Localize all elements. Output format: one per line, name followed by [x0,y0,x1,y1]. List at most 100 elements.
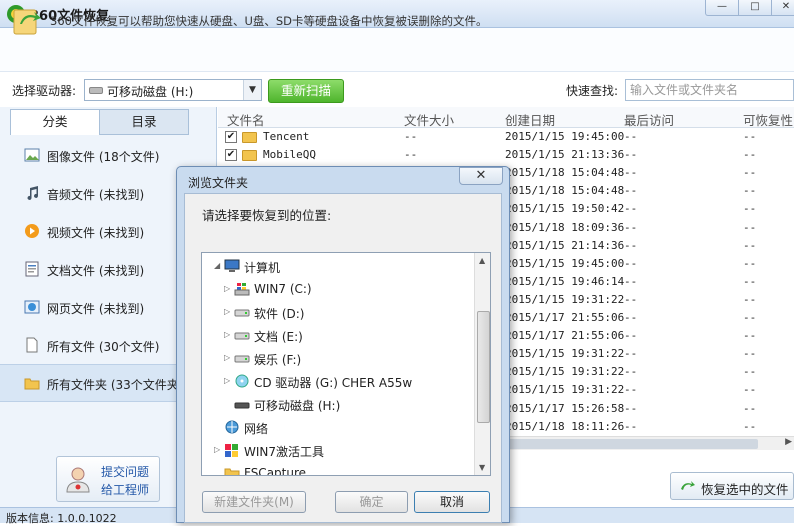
category-label: 视频文件 (未找到) [47,226,145,240]
file-accessed: -- [624,383,638,397]
table-row[interactable]: ✔ Tencent -- 2015/1/15 19:45:00 -- -- [218,128,794,146]
file-created: 2015/1/15 21:14:36 [505,238,625,252]
file-created: 2015/1/17 15:26:58 [505,401,625,415]
maximize-button[interactable]: □ [738,0,772,16]
scrollbar-thumb[interactable] [508,439,758,449]
file-recoverable: -- [743,166,757,180]
file-accessed: -- [624,329,638,343]
tree-node[interactable]: ▷ WIN7激活工具 [202,440,474,462]
tree-node-label: 可移动磁盘 (H:) [254,399,341,413]
cd-drive-icon [235,374,249,388]
tree-node-label: WIN7激活工具 [244,445,325,459]
expand-icon[interactable]: ▷ [224,376,230,385]
recover-selected-button[interactable]: 恢复选中的文件 [670,472,794,500]
column-header-name[interactable]: 文件名 [227,110,265,129]
expand-icon[interactable]: ▷ [224,307,230,316]
dialog-close-button[interactable]: ✕ [459,167,503,185]
file-recoverable: -- [743,311,757,324]
expand-icon[interactable]: ◢ [214,261,220,270]
file-name: Tencent [263,130,310,143]
tree-node[interactable]: ◢ 计算机 [202,256,474,278]
computer-icon [224,259,240,272]
document-icon [25,261,39,277]
file-created: 2015/1/15 19:31:22 [505,292,625,306]
drive-icon [234,309,250,317]
file-accessed: -- [624,130,638,143]
file-size: -- [404,148,418,162]
tree-node-label: 娱乐 (F:) [254,353,302,367]
windows-drive-icon [234,283,250,296]
file-recoverable: -- [743,256,757,270]
file-created: 2015/1/15 19:31:22 [505,347,625,361]
tab-directory[interactable]: 目录 [99,109,189,135]
expand-icon[interactable]: ▷ [224,330,230,339]
column-header-size[interactable]: 文件大小 [404,110,454,129]
file-recoverable: -- [743,202,757,216]
minimize-button[interactable]: — [705,0,739,16]
tree-node[interactable]: ▷ 软件 (D:) [202,302,474,324]
tree-node[interactable]: ▷ 文档 (E:) [202,325,474,347]
submit-issue-button[interactable]: 提交问题 给工程师 [56,456,160,502]
cancel-button[interactable]: 取消 [414,491,490,513]
folder-icon [224,468,240,475]
file-created: 2015/1/18 15:04:48 [505,184,625,198]
minimize-icon: — [717,1,727,12]
file-accessed: -- [624,220,638,234]
row-checkbox[interactable]: ✔ [225,131,237,143]
new-folder-button[interactable]: 新建文件夹(M) [202,491,306,513]
column-header-recoverable[interactable]: 可恢复性 [743,110,793,129]
tree-node-label: 计算机 [244,261,281,275]
tree-scrollbar[interactable]: ▲ ▼ [474,253,490,475]
file-recoverable: -- [743,148,757,162]
expand-icon[interactable]: ▷ [214,445,220,454]
table-row[interactable]: ✔ MobileQQ -- 2015/1/15 21:13:36 -- -- [218,146,794,164]
dialog-prompt: 请选择要恢复到的位置: [202,208,332,223]
drive-icon [234,332,250,340]
expand-icon[interactable]: ▷ [224,353,230,362]
file-created: 2015/1/17 21:55:06 [505,311,625,324]
expand-icon[interactable]: ▷ [224,284,230,293]
file-accessed: -- [624,347,638,361]
tab-category[interactable]: 分类 [10,109,100,135]
scroll-down-icon[interactable]: ▼ [479,463,485,472]
tree-node[interactable]: ▷ CD 驱动器 (G:) CHER A55w [202,371,474,393]
category-label: 所有文件夹 (33个文件夹) [47,378,184,392]
tree-node[interactable]: 可移动磁盘 (H:) [202,394,474,416]
drive-select[interactable]: 可移动磁盘 (H:) ▼ [84,79,262,101]
chevron-down-icon[interactable]: ▼ [243,80,261,100]
removable-drive-icon [234,402,250,409]
close-button[interactable]: ✕ [771,0,794,16]
rescan-button[interactable]: 重新扫描 [268,79,344,103]
image-icon [24,148,40,162]
quick-search-label: 快速查找: [566,84,619,98]
tree-node[interactable]: ▷ 娱乐 (F:) [202,348,474,370]
submit-issue-line1: 提交问题 [101,465,150,479]
video-icon [25,224,39,238]
scroll-right-icon[interactable]: ▶ [785,437,792,447]
tree-node-label: CD 驱动器 (G:) CHER A55w [254,376,413,390]
file-recoverable: -- [743,401,757,415]
folder-tree[interactable]: ◢ 计算机 ▷ WIN7 (C:) ▷ 软件 (D:) ▷ 文档 (E:) ▷ 娱乐 (F:) ▷ C… [201,252,491,476]
removable-drive-icon [89,87,103,94]
scroll-up-icon[interactable]: ▲ [479,256,485,265]
file-recoverable: -- [743,383,757,397]
quick-search-input[interactable] [625,79,794,101]
drive-label: 选择驱动器: [12,84,77,98]
win7-tool-icon [225,444,238,457]
ok-button[interactable]: 确定 [335,491,408,513]
column-header-accessed[interactable]: 最后访问 [624,110,674,129]
scrollbar-thumb[interactable] [477,311,490,423]
maximize-icon: □ [750,1,760,12]
file-accessed: -- [624,401,638,415]
tree-node[interactable]: 网络 [202,417,474,439]
tree-node-label: 网络 [244,422,269,436]
file-created: 2015/1/18 15:04:48 [505,166,625,180]
file-created: 2015/1/15 19:31:22 [505,365,625,379]
row-checkbox[interactable]: ✔ [225,149,237,162]
file-accessed: -- [624,365,638,379]
column-header-created[interactable]: 创建日期 [505,110,555,129]
recover-arrow-icon [13,9,41,35]
tree-node[interactable]: FSCapture [202,463,474,475]
tree-node[interactable]: ▷ WIN7 (C:) [202,279,474,301]
file-icon [26,337,38,353]
